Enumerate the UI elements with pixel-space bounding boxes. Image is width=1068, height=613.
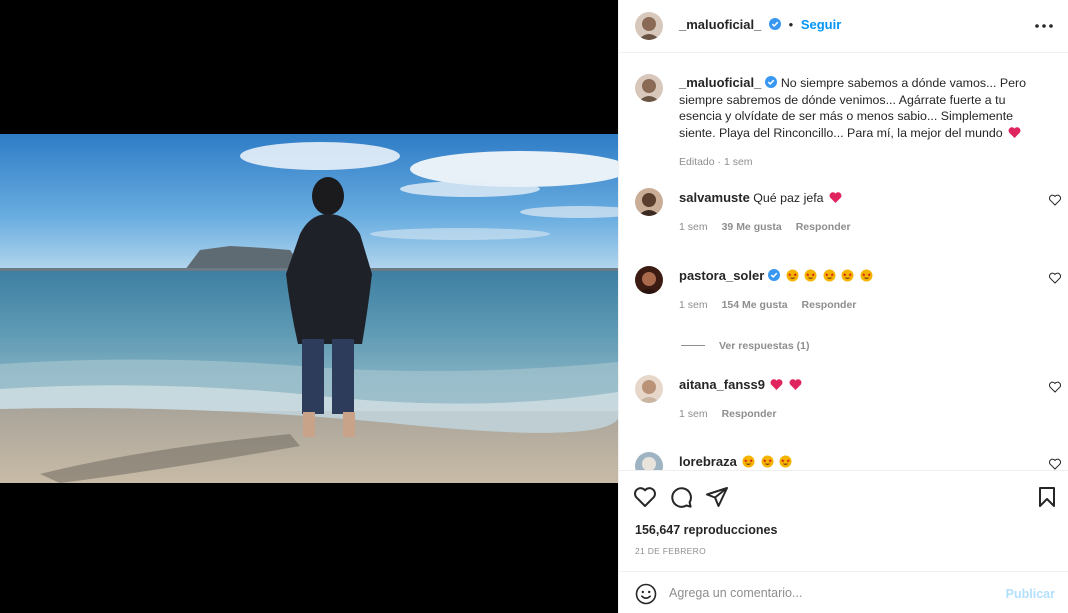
view-replies-button[interactable]: Ver respuestas (1) xyxy=(681,340,809,352)
caption-meta: Editado · 1 sem xyxy=(679,156,753,168)
red-heart-icon xyxy=(789,379,802,390)
verified-icon xyxy=(769,18,781,30)
more-icon[interactable] xyxy=(1033,16,1055,36)
avatar[interactable] xyxy=(635,266,663,294)
comment-input[interactable] xyxy=(669,580,999,606)
star-struck-emoji-icon xyxy=(823,269,836,282)
author-username[interactable]: _maluoficial_ xyxy=(679,75,761,90)
comment-body: lorebraza xyxy=(679,454,1019,470)
comment-icon[interactable] xyxy=(669,485,693,509)
comment-body: salvamuste Qué paz jefa 1 sem 39 Me gusta… xyxy=(679,190,1019,235)
comment-username[interactable]: aitana_fanss9 xyxy=(679,377,765,392)
publish-button[interactable]: Publicar xyxy=(1006,587,1055,601)
follow-button[interactable]: Seguir xyxy=(801,17,841,32)
share-icon[interactable] xyxy=(705,485,729,509)
star-struck-emoji-icon xyxy=(742,455,755,468)
comment-username[interactable]: lorebraza xyxy=(679,454,737,469)
reply-button[interactable]: Responder xyxy=(802,299,857,311)
post-video[interactable] xyxy=(0,134,618,483)
star-struck-emoji-icon xyxy=(761,455,774,468)
views-count[interactable]: 156,647 reproducciones xyxy=(635,523,777,537)
red-heart-icon xyxy=(1008,126,1021,138)
smile-icon[interactable] xyxy=(635,583,657,605)
verified-icon xyxy=(768,269,781,281)
avatar[interactable] xyxy=(635,452,663,470)
red-heart-icon xyxy=(770,379,783,390)
avatar[interactable] xyxy=(635,188,663,216)
comments-list[interactable]: _maluoficial_ No siempre sabemos a dónde… xyxy=(619,54,1068,470)
red-heart-icon xyxy=(829,192,842,203)
star-struck-emoji-icon xyxy=(779,455,792,468)
comment-meta: 1 sem 154 Me gusta Responder xyxy=(679,299,857,311)
comment-meta: 1 sem Responder xyxy=(679,408,777,420)
heart-icon[interactable] xyxy=(1049,381,1061,393)
header-name-row: _maluoficial_ • Seguir xyxy=(679,17,841,32)
verified-icon xyxy=(765,76,778,88)
heart-icon[interactable] xyxy=(1049,272,1061,284)
comment-username[interactable]: salvamuste xyxy=(679,190,750,205)
comment-text: Qué paz jefa xyxy=(753,191,824,205)
star-struck-emoji-icon xyxy=(786,269,799,282)
avatar[interactable] xyxy=(635,375,663,403)
comment-likes[interactable]: 39 Me gusta xyxy=(722,221,782,233)
add-comment-bar: Publicar xyxy=(619,571,1068,613)
author-username[interactable]: _maluoficial_ xyxy=(679,17,761,32)
comment-meta: 1 sem 39 Me gusta Responder xyxy=(679,221,851,233)
post-side-panel: _maluoficial_ • Seguir _maluoficial_ No … xyxy=(618,0,1068,613)
reply-button[interactable]: Responder xyxy=(722,408,777,420)
star-struck-emoji-icon xyxy=(860,269,873,282)
separator: • xyxy=(788,17,794,32)
heart-icon[interactable] xyxy=(1049,194,1061,206)
comment-body: pastora_soler 1 sem 154 Me gusta Responder xyxy=(679,268,1019,313)
heart-icon[interactable] xyxy=(633,485,657,509)
bookmark-icon[interactable] xyxy=(1035,485,1059,509)
post-date[interactable]: 21 DE FEBRERO xyxy=(635,546,706,556)
star-struck-emoji-icon xyxy=(841,269,854,282)
post-actions: 156,647 reproducciones 21 DE FEBRERO xyxy=(619,470,1068,570)
star-struck-emoji-icon xyxy=(804,269,817,282)
comment-body: aitana_fanss9 1 sem Responder xyxy=(679,377,1019,422)
avatar[interactable] xyxy=(635,74,663,102)
comment-username[interactable]: pastora_soler xyxy=(679,268,764,283)
divider xyxy=(681,345,705,346)
avatar[interactable] xyxy=(635,12,663,40)
beach-scene-image xyxy=(0,134,618,483)
post-header: _maluoficial_ • Seguir xyxy=(619,0,1068,53)
comment-likes[interactable]: 154 Me gusta xyxy=(722,299,788,311)
media-viewer xyxy=(0,0,618,613)
caption-text: _maluoficial_ No siempre sabemos a dónde… xyxy=(679,75,1033,171)
heart-icon[interactable] xyxy=(1049,458,1061,470)
reply-button[interactable]: Responder xyxy=(796,221,851,233)
